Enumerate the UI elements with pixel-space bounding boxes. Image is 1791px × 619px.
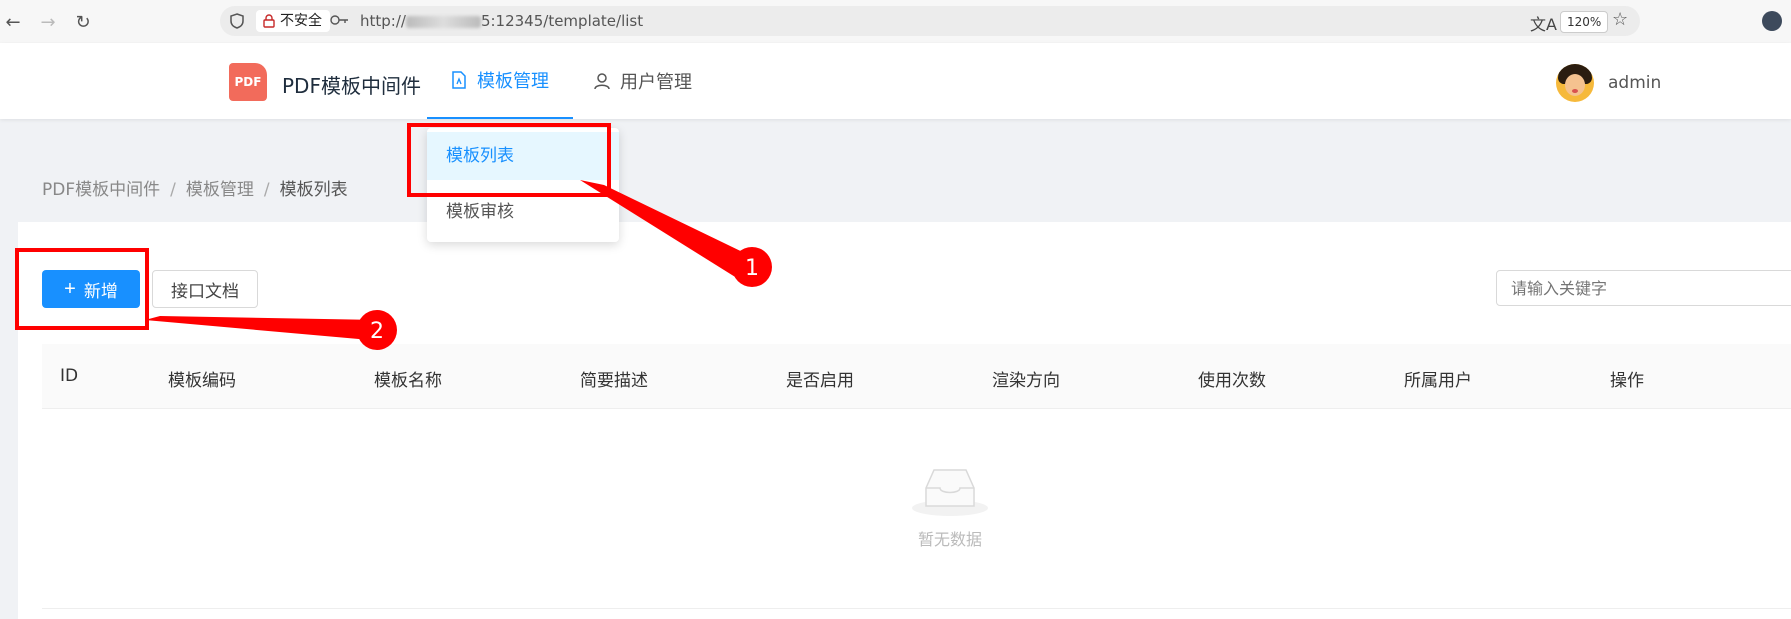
- menu-template-label: 模板管理: [477, 71, 549, 92]
- app-logo[interactable]: PDF: [229, 63, 267, 101]
- column-header: 是否启用: [786, 371, 854, 391]
- document-icon: [451, 71, 467, 89]
- user-name: admin: [1608, 73, 1662, 93]
- column-header: 渲染方向: [992, 371, 1060, 391]
- add-button-label: 新增: [83, 281, 118, 301]
- column-header: 模板编码: [168, 371, 236, 391]
- api-docs-button[interactable]: 接口文档: [152, 270, 258, 308]
- template-submenu: 模板列表 模板审核: [427, 128, 619, 242]
- redacted-host: [405, 15, 481, 28]
- breadcrumb-home[interactable]: PDF模板中间件: [42, 180, 160, 200]
- url-text[interactable]: http:// 5:12345/template/list: [360, 11, 643, 31]
- forward-arrow-icon[interactable]: →: [37, 11, 59, 33]
- reload-icon[interactable]: ↻: [72, 11, 94, 33]
- api-docs-label: 接口文档: [171, 281, 239, 302]
- search-input[interactable]: [1496, 270, 1791, 306]
- column-header: 简要描述: [580, 371, 648, 391]
- url-prefix: http://: [360, 12, 406, 30]
- submenu-template-review[interactable]: 模板审核: [427, 188, 619, 236]
- table-header: ID 模板编码 模板名称 简要描述 是否启用 渲染方向 使用次数 所属用户 操作: [42, 344, 1791, 409]
- bookmark-star-icon[interactable]: ☆: [1612, 9, 1628, 30]
- logo-text: PDF: [234, 75, 262, 89]
- insecure-lock-icon: [263, 14, 275, 28]
- translate-icon[interactable]: 文A: [1530, 11, 1557, 35]
- column-header: ID: [60, 366, 79, 386]
- app-header: PDF PDF模板中间件 模板管理 用户管理 admin: [0, 43, 1791, 119]
- submenu-template-list[interactable]: 模板列表: [427, 132, 619, 180]
- user-menu[interactable]: admin: [1556, 64, 1661, 102]
- column-header: 操作: [1610, 371, 1644, 391]
- add-button[interactable]: + 新增: [42, 270, 140, 308]
- shield-icon: [230, 13, 244, 29]
- column-header: 使用次数: [1198, 371, 1266, 391]
- insecure-label: 不安全: [280, 13, 322, 29]
- menu-template-management[interactable]: 模板管理: [427, 43, 573, 119]
- browser-profile-icon[interactable]: [1762, 11, 1782, 31]
- menu-user-management[interactable]: 用户管理: [594, 43, 692, 119]
- app-title[interactable]: PDF模板中间件: [282, 70, 421, 99]
- avatar[interactable]: [1556, 64, 1594, 102]
- back-arrow-icon[interactable]: ←: [2, 11, 24, 33]
- table-bottom-border: [42, 608, 1791, 609]
- breadcrumb: PDF模板中间件 / 模板管理 / 模板列表: [42, 180, 348, 200]
- breadcrumb-template-management[interactable]: 模板管理: [186, 180, 254, 200]
- column-header: 所属用户: [1404, 371, 1472, 391]
- empty-inbox-icon: [900, 462, 1000, 522]
- security-indicator[interactable]: 不安全: [256, 10, 330, 32]
- url-suffix: 5:12345/template/list: [480, 12, 644, 30]
- breadcrumb-current: 模板列表: [279, 180, 348, 200]
- empty-text: 暂无数据: [917, 530, 982, 549]
- zoom-indicator[interactable]: 120%: [1560, 11, 1609, 33]
- address-bar[interactable]: 不安全 http:// 5:12345/template/list 文A 120%…: [220, 6, 1640, 36]
- user-icon: [594, 72, 610, 90]
- menu-user-label: 用户管理: [620, 72, 692, 93]
- browser-toolbar: ← → ↻ 不安全 http:// 5:12345/template/list 文…: [0, 0, 1791, 44]
- plus-icon: +: [64, 278, 76, 300]
- key-icon[interactable]: [330, 14, 350, 26]
- column-header: 模板名称: [374, 371, 442, 391]
